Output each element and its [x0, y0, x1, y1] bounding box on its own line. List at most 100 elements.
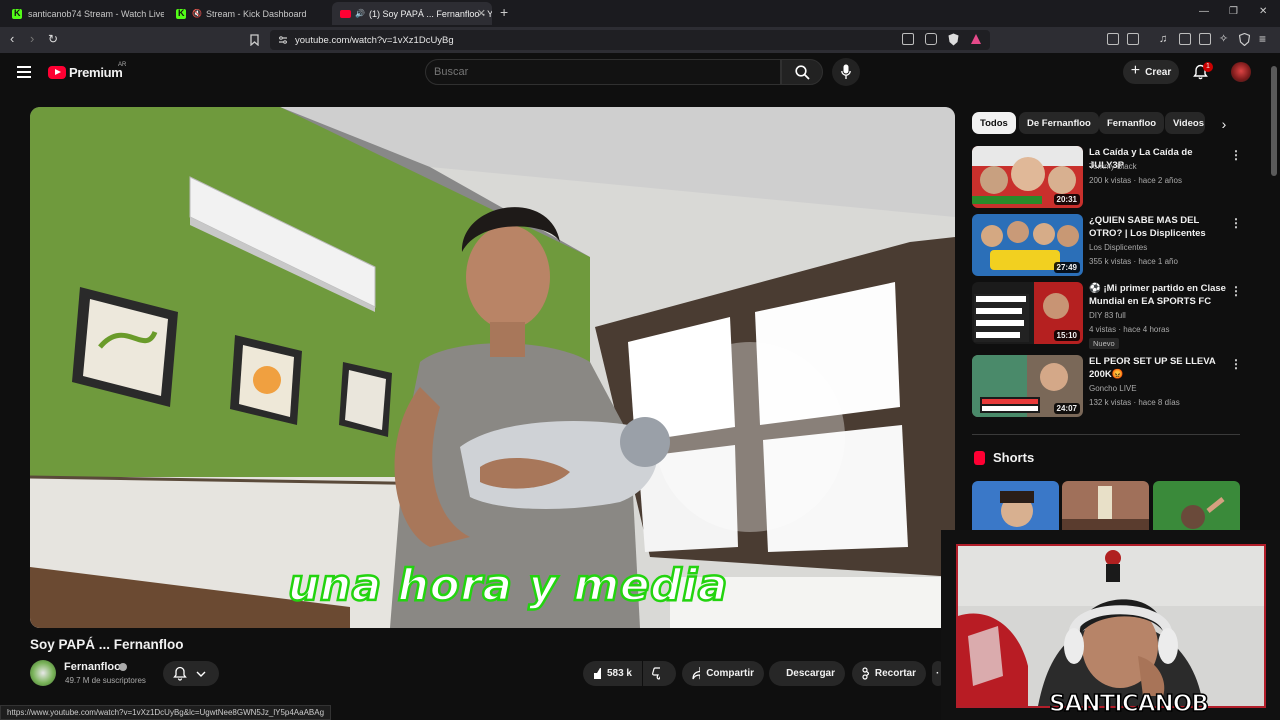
video-title: EL PEOR SET UP SE LLEVA 200K😡	[1089, 356, 1216, 380]
search-box	[425, 59, 781, 85]
browser-menu-icon[interactable]: ≡	[1259, 32, 1266, 46]
more-options-icon[interactable]: ⋮	[1230, 357, 1242, 371]
like-button[interactable]: 583 k	[583, 661, 642, 686]
video-title: Soy PAPÁ ... Fernanfloo	[30, 637, 184, 652]
video-duration: 27:49	[1053, 262, 1080, 273]
browser-tab-kick-stream[interactable]: santicanob74 Stream - Watch Live on	[4, 2, 164, 25]
video-title: ¿QUIEN SABE MAS DEL OTRO? | Los Displice…	[1089, 215, 1206, 239]
short-thumbnail[interactable]	[972, 481, 1059, 531]
new-tab-icon[interactable]: +	[500, 4, 508, 20]
chip-from-channel[interactable]: De Fernanfloo	[1019, 112, 1099, 134]
sidebar-toggle-icon[interactable]	[1179, 33, 1191, 45]
more-options-icon[interactable]: ⋮	[1230, 216, 1242, 230]
browser-tab-youtube[interactable]: 🔊 (1) Soy PAPÁ ... Fernanfloo - Y ✕	[332, 2, 492, 25]
more-options-icon[interactable]: ⋮	[1230, 148, 1242, 162]
streamer-name: SANTICANOB	[1048, 690, 1209, 718]
tab-label: (1) Soy PAPÁ ... Fernanfloo - Y	[368, 8, 492, 19]
video-thumbnail: 24:07	[972, 355, 1083, 417]
scissors-icon	[862, 667, 869, 680]
video-duration: 24:07	[1053, 403, 1080, 414]
video-meta: 4 vistas · hace 4 horas	[1089, 325, 1170, 334]
close-window-icon[interactable]: ✕	[1259, 6, 1267, 17]
close-tab-icon[interactable]: ✕	[477, 7, 486, 20]
dislike-button[interactable]	[643, 661, 676, 686]
new-badge: Nuevo	[1089, 338, 1119, 349]
site-info-icon[interactable]	[278, 35, 288, 45]
bell-icon	[173, 666, 187, 681]
brave-shield-icon[interactable]	[948, 33, 959, 46]
menu-icon[interactable]	[17, 66, 31, 78]
wallet-icon[interactable]	[1199, 33, 1211, 45]
chip-scroll-right-icon[interactable]: ›	[1213, 113, 1235, 135]
video-title: ⚽ ¡Mi primer partido en Clase Mundial en…	[1089, 283, 1226, 307]
share-button[interactable]: Compartir	[682, 661, 764, 686]
short-thumbnail[interactable]	[1062, 481, 1149, 531]
url-text: youtube.com/watch?v=1vXz1DcUyBg	[295, 35, 454, 46]
chip-videos[interactable]: Videos	[1165, 112, 1205, 134]
share-label: Compartir	[706, 668, 754, 679]
thumbs-down-icon	[652, 667, 660, 680]
vpn-icon[interactable]	[1239, 33, 1250, 46]
clip-button[interactable]: Recortar	[852, 661, 926, 686]
video-duration: 20:31	[1053, 194, 1080, 205]
reload-icon[interactable]: ↻	[48, 32, 58, 46]
youtube-premium-logo[interactable]: Premium	[48, 65, 123, 80]
short-image	[972, 481, 1059, 531]
share-page-icon[interactable]	[925, 33, 937, 45]
speaker-icon: 🔊	[355, 9, 365, 18]
subscriber-count: 49.7 M de suscriptores	[65, 676, 146, 685]
recommendation-item[interactable]: 27:49 ¿QUIEN SABE MAS DEL OTRO? | Los Di…	[972, 214, 1242, 278]
cast-icon[interactable]	[902, 33, 914, 45]
channel-name: Goncho LIVE	[1089, 384, 1137, 393]
video-thumbnail: 15:10	[972, 282, 1083, 344]
forward-icon[interactable]: ›	[30, 32, 34, 46]
youtube-icon	[340, 9, 351, 18]
verified-icon	[119, 663, 127, 671]
kick-icon	[12, 8, 22, 19]
short-thumbnail[interactable]	[1153, 481, 1240, 531]
download-icon	[779, 667, 780, 680]
tab-label: Stream - Kick Dashboard	[205, 8, 307, 19]
webcam-overlay	[956, 544, 1266, 708]
channel-name: DIY 83 full	[1089, 311, 1126, 320]
link-status-bar: https://www.youtube.com/watch?v=1vXz1DcU…	[0, 705, 332, 720]
channel-name[interactable]: Fernanfloo	[64, 661, 121, 673]
recommendation-item[interactable]: 15:10 ⚽ ¡Mi primer partido en Clase Mund…	[972, 282, 1242, 349]
logo-text: Premium	[69, 65, 123, 80]
chip-all[interactable]: Todos	[972, 112, 1016, 134]
recommendation-item[interactable]: 20:31 La Caída y La Caída de JULY3P Tomm…	[972, 146, 1242, 210]
search-button[interactable]	[781, 59, 823, 85]
voice-search-button[interactable]	[832, 58, 860, 86]
recommendation-item[interactable]: 24:07 EL PEOR SET UP SE LLEVA 200K😡 Gonc…	[972, 355, 1242, 419]
short-image	[1062, 481, 1149, 531]
page-scrollbar[interactable]	[1271, 66, 1277, 176]
more-options-icon[interactable]: ⋮	[1230, 284, 1242, 298]
video-thumbnail: 20:31	[972, 146, 1083, 208]
brave-rewards-icon[interactable]	[970, 33, 982, 45]
leo-ai-icon[interactable]: ✧	[1219, 32, 1228, 46]
channel-avatar[interactable]	[30, 660, 56, 686]
notification-count-badge: 1	[1203, 62, 1213, 72]
search-input[interactable]	[434, 66, 764, 78]
video-meta: 200 k vistas · hace 2 años	[1089, 176, 1182, 185]
extensions-icon[interactable]	[1107, 33, 1119, 45]
create-button[interactable]: + Crear	[1123, 60, 1179, 84]
bookmark-icon[interactable]	[250, 34, 259, 46]
browser-tab-kick-dashboard[interactable]: 🔇 Stream - Kick Dashboard	[168, 2, 328, 25]
subscription-notifications-button[interactable]	[163, 661, 219, 686]
reading-list-icon[interactable]	[1127, 33, 1139, 45]
chevron-down-icon	[196, 671, 206, 677]
user-avatar[interactable]	[1231, 62, 1251, 82]
video-player[interactable]	[30, 107, 955, 628]
restore-icon[interactable]: ❐	[1229, 6, 1238, 17]
back-icon[interactable]: ‹	[10, 32, 14, 46]
minimize-icon[interactable]: —	[1199, 6, 1209, 17]
shorts-icon	[974, 451, 985, 465]
more-icon: ·	[936, 668, 940, 679]
media-control-icon[interactable]: ♫	[1159, 32, 1167, 46]
chip-channel[interactable]: Fernanfloo	[1099, 112, 1165, 134]
video-subtitle: una hora y media	[287, 559, 729, 613]
address-bar[interactable]: youtube.com/watch?v=1vXz1DcUyBg	[270, 30, 990, 50]
download-button[interactable]: Descargar	[769, 661, 845, 686]
youtube-header: Premium AR + Crear 1	[0, 53, 1280, 93]
